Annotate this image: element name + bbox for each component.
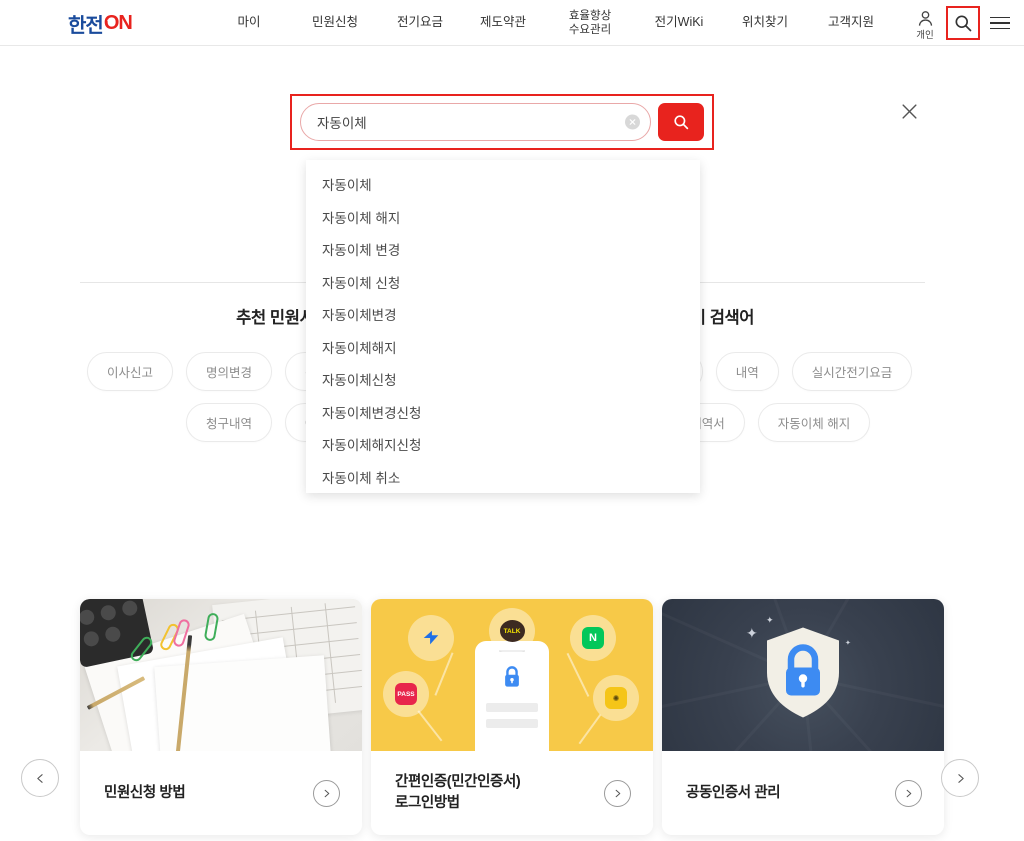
auth-provider-bubble <box>408 615 454 661</box>
search-overlay-panel: 추천 민원서비스 이사신고 명의변경 전기고장신고 요금조회 청구내역 에너지캐… <box>0 46 1024 841</box>
carousel-prev-button[interactable] <box>21 759 59 797</box>
phone-content-bar <box>486 703 538 712</box>
guide-card-title: 민원신청 방법 <box>104 784 186 801</box>
carousel-next-button[interactable] <box>941 759 979 797</box>
chevron-right-icon <box>615 789 621 797</box>
chip-service[interactable]: 이사신고 <box>86 352 173 391</box>
guide-card-carousel: 민원신청 방법 TALK N PASS ✺ 간편인증(민간인증서) 로그인방법 … <box>0 599 1024 841</box>
guide-card-arrow-button[interactable] <box>604 779 631 807</box>
search-field-wrapper <box>300 103 651 141</box>
hamburger-menu-button[interactable] <box>984 6 1016 40</box>
chip-service[interactable]: 청구내역 <box>185 403 272 442</box>
autocomplete-item[interactable]: 자동이체 변경 <box>306 235 700 268</box>
auth-provider-bubble: TALK <box>489 608 535 654</box>
kb-badge-icon: ✺ <box>605 687 627 709</box>
autocomplete-item[interactable]: 자동이체 해지 <box>306 203 700 236</box>
sparkle-icon: ✦ <box>845 640 851 647</box>
guide-card-title: 공동인증서 관리 <box>686 784 781 801</box>
nav-item-location[interactable]: 위치찾기 <box>722 15 808 31</box>
kakaotalk-badge-icon: TALK <box>499 620 525 642</box>
guide-card-title: 간편인증(민간인증서) 로그인방법 <box>395 774 521 811</box>
autocomplete-dropdown: 자동이체 자동이체 해지 자동이체 변경 자동이체 신청 자동이체변경 자동이체… <box>306 160 700 493</box>
logo-text-kr: 한전 <box>68 15 104 37</box>
autocomplete-item[interactable]: 자동이체 신청 <box>306 268 700 301</box>
guide-card-list: 민원신청 방법 TALK N PASS ✺ 간편인증(민간인증서) 로그인방법 … <box>80 599 944 835</box>
chevron-right-icon <box>906 789 912 797</box>
page-root: 한전 ON 마이 민원신청 전기요금 제도약관 효율향상 수요관리 전기WiKi… <box>0 0 1024 841</box>
chip-keyword[interactable]: 실시간전기요금 <box>791 352 913 391</box>
toss-badge-icon <box>423 630 439 645</box>
autocomplete-item[interactable]: 자동이체변경신청 <box>306 398 700 431</box>
search-clear-button[interactable] <box>625 114 640 130</box>
simple-auth-illustration: TALK N PASS ✺ <box>371 599 653 751</box>
search-icon <box>955 15 972 32</box>
search-submit-button[interactable] <box>658 103 704 141</box>
guide-card-body: 민원신청 방법 <box>80 751 362 835</box>
close-search-button[interactable] <box>894 96 924 126</box>
autocomplete-item[interactable]: 자동이체변경 <box>306 300 700 333</box>
autocomplete-item[interactable]: 자동이체 <box>306 170 700 203</box>
guide-card[interactable]: TALK N PASS ✺ 간편인증(민간인증서) 로그인방법 <box>371 599 653 835</box>
clear-circle-icon <box>629 119 636 125</box>
naver-badge-icon: N <box>582 627 604 649</box>
logo-on-label: ON <box>103 12 133 34</box>
guide-card-body: 공동인증서 관리 <box>662 751 944 835</box>
lock-icon <box>501 665 523 694</box>
chevron-right-icon <box>324 789 330 797</box>
nav-item-efficiency[interactable]: 효율향상 수요관리 <box>544 9 636 38</box>
search-box <box>290 94 714 150</box>
autocomplete-item[interactable]: 자동이체해지 <box>306 333 700 366</box>
main-navigation: 마이 민원신청 전기요금 제도약관 효율향상 수요관리 전기WiKi 위치찾기 … <box>206 0 894 46</box>
search-icon <box>674 115 689 130</box>
site-header: 한전 ON 마이 민원신청 전기요금 제도약관 효율향상 수요관리 전기WiKi… <box>0 0 1024 46</box>
sparkle-icon: ✦ <box>746 625 758 641</box>
shield-lock-illustration: ✦ ✦ ✦ <box>662 599 944 751</box>
search-toggle-button[interactable] <box>946 6 980 40</box>
phone-mockup <box>475 641 549 751</box>
user-type-button[interactable]: 개인 <box>906 6 944 41</box>
chevron-left-icon <box>36 773 43 783</box>
pass-badge-icon: PASS <box>395 683 417 705</box>
nav-item-my[interactable]: 마이 <box>206 15 292 31</box>
phone-content-bar <box>486 719 538 728</box>
header-icon-group: 개인 <box>906 0 1016 46</box>
autocomplete-item[interactable]: 자동이체신청 <box>306 365 700 398</box>
user-type-label: 개인 <box>916 29 934 41</box>
auth-provider-bubble: ✺ <box>593 675 639 721</box>
logo-text-on: ON <box>103 12 133 35</box>
hamburger-menu-icon <box>990 22 1010 24</box>
autocomplete-item[interactable]: 자동이체 취소 <box>306 463 700 496</box>
lock-icon <box>505 666 519 687</box>
documents-calculator-photo <box>80 599 362 751</box>
search-input[interactable] <box>317 114 616 130</box>
autocomplete-item[interactable]: 자동이체해지신청 <box>306 430 700 463</box>
guide-card-arrow-button[interactable] <box>895 779 922 807</box>
nav-item-bill[interactable]: 전기요금 <box>378 15 462 31</box>
guide-card-body: 간편인증(민간인증서) 로그인방법 <box>371 751 653 835</box>
close-icon <box>901 103 917 119</box>
guide-card[interactable]: ✦ ✦ ✦ 공동인증서 관리 <box>662 599 944 835</box>
site-logo[interactable]: 한전 ON <box>68 9 133 38</box>
hamburger-menu-icon <box>990 16 1010 19</box>
nav-item-terms[interactable]: 제도약관 <box>462 15 544 31</box>
guide-card[interactable]: 민원신청 방법 <box>80 599 362 835</box>
chip-keyword[interactable]: 내역 <box>715 352 779 391</box>
toss-badge-icon <box>420 627 442 649</box>
nav-item-wiki[interactable]: 전기WiKi <box>636 15 722 31</box>
chip-service[interactable]: 명의변경 <box>185 352 272 391</box>
chip-keyword[interactable]: 자동이체 해지 <box>757 403 871 442</box>
auth-provider-bubble: N <box>570 615 616 661</box>
chevron-right-icon <box>957 773 964 783</box>
guide-card-arrow-button[interactable] <box>313 779 340 807</box>
person-icon <box>918 10 932 26</box>
shield-icon <box>767 627 839 718</box>
shield-icon <box>761 625 845 726</box>
nav-item-support[interactable]: 고객지원 <box>808 15 894 31</box>
hamburger-menu-icon <box>990 27 1010 30</box>
nav-item-civil[interactable]: 민원신청 <box>292 15 378 31</box>
auth-provider-bubble: PASS <box>383 671 429 717</box>
